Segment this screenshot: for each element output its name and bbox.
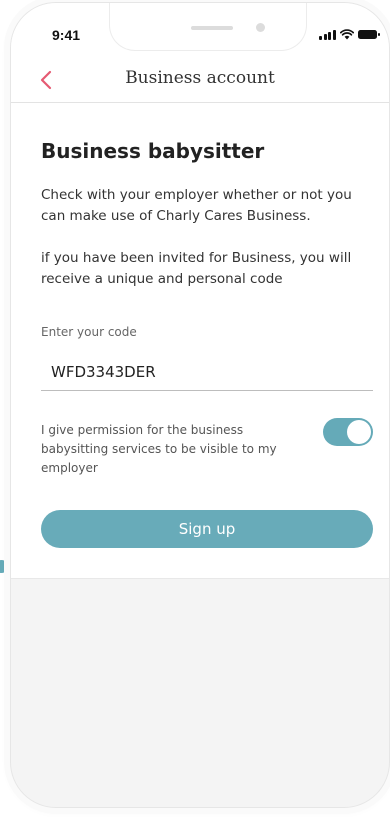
page-title: Business account — [125, 68, 275, 88]
toggle-knob — [347, 420, 371, 444]
permission-text: I give permission for the business babys… — [41, 423, 277, 475]
wifi-icon — [339, 29, 354, 40]
front-camera — [256, 23, 265, 32]
battery-icon — [357, 30, 380, 39]
status-icons — [319, 29, 380, 40]
signal-icon — [319, 29, 336, 40]
section-heading: Business babysitter — [41, 139, 265, 163]
permission-toggle[interactable] — [323, 418, 373, 446]
sign-up-button[interactable]: Sign up — [41, 510, 373, 548]
invite-paragraph: if you have been invited for Business, y… — [41, 250, 352, 287]
navigation-bar: Business account — [11, 59, 389, 103]
intro-paragraph: Check with your employer whether or not … — [41, 187, 352, 224]
intro-section: Business babysitter Check with your empl… — [41, 139, 373, 290]
code-field-label: Enter your code — [41, 325, 137, 339]
code-input[interactable] — [41, 353, 373, 391]
speaker-grille — [191, 26, 233, 30]
decorative-dot — [0, 560, 8, 573]
status-time: 9:41 — [52, 27, 81, 43]
phone-frame: 9:41 Business account Business babysitte… — [10, 2, 390, 808]
